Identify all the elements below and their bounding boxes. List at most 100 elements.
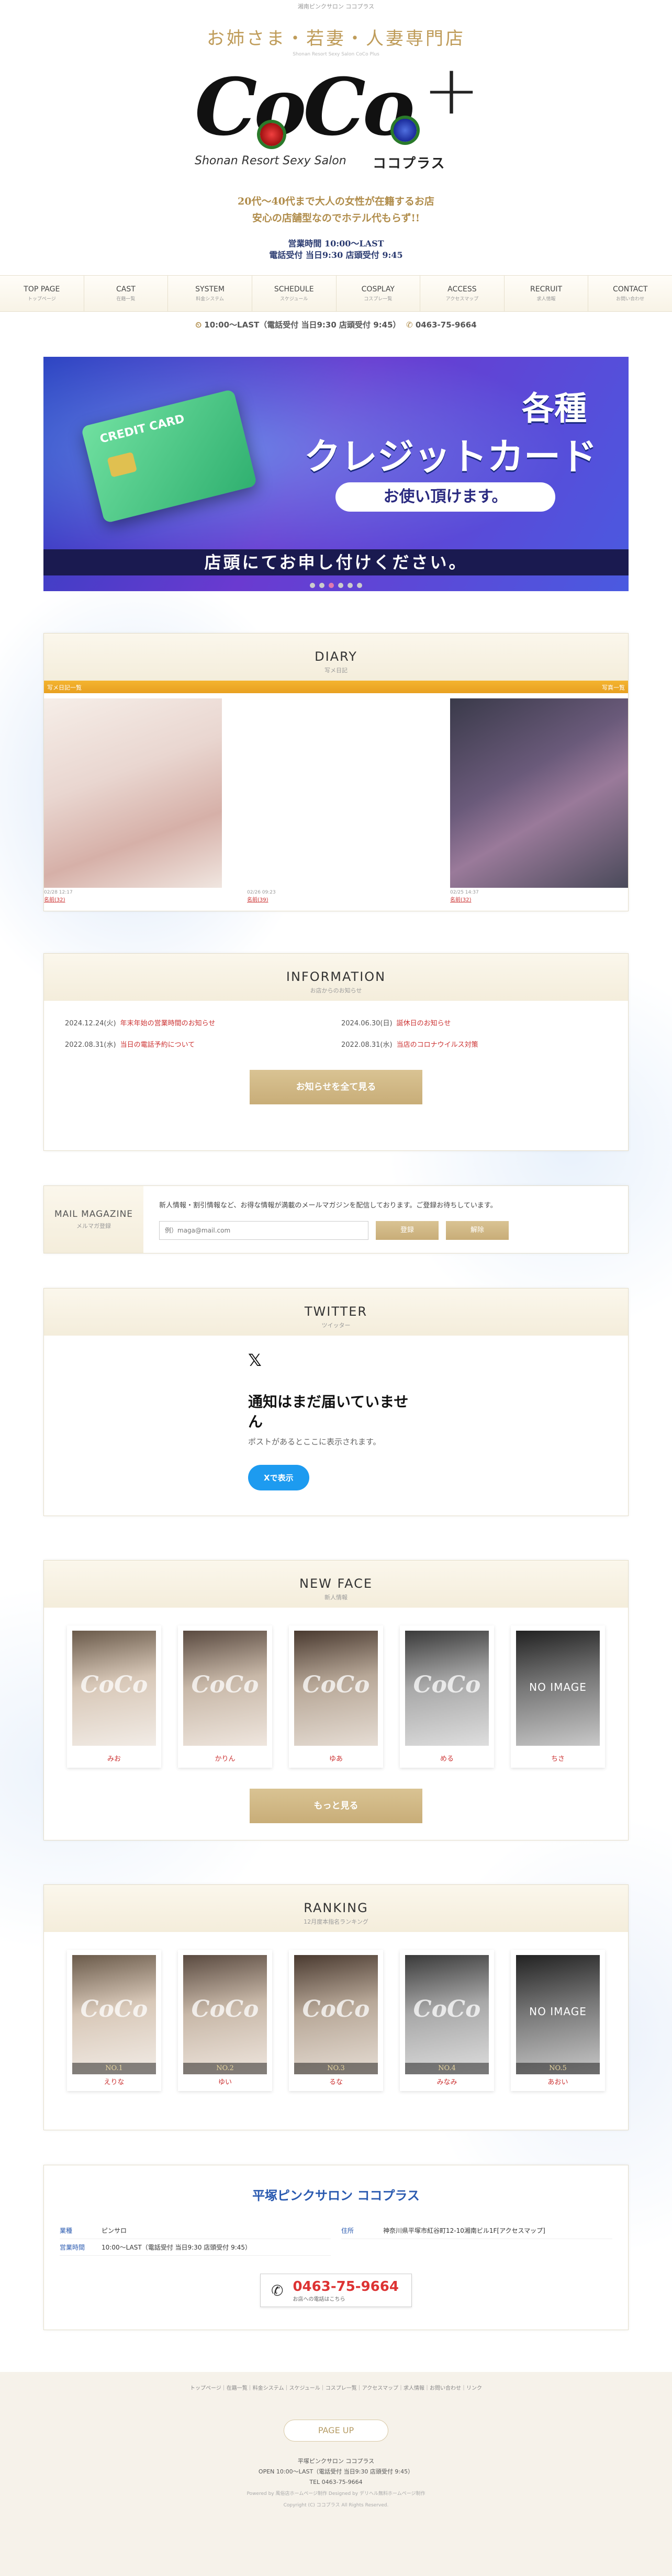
cast-name[interactable]: ちさ bbox=[516, 1753, 600, 1763]
news-item[interactable]: 2022.08.31(水) 当日の電話予約について bbox=[65, 1039, 331, 1049]
banner-pill: お使い頂けます。 bbox=[335, 482, 555, 512]
nav-sublabel: トップページ bbox=[27, 297, 56, 302]
nav-label: ACCESS bbox=[447, 285, 477, 293]
diary-item[interactable]: 02/25 14:37 名前(32) bbox=[450, 698, 628, 903]
diary-item[interactable]: 02/26 09:23 名前(39) bbox=[247, 698, 425, 903]
rank-number: NO.4 bbox=[405, 2063, 489, 2074]
phone-icon: ✆ bbox=[271, 2281, 284, 2299]
email-field[interactable] bbox=[159, 1221, 368, 1240]
news-item[interactable]: 2024.12.24(火) 年末年始の営業時間のお知らせ bbox=[65, 1018, 331, 1027]
view-on-x-button[interactable]: Xで表示 bbox=[248, 1465, 309, 1490]
news-item[interactable]: 2022.08.31(水) 当店のコロナウイルス対策 bbox=[341, 1039, 607, 1049]
nav-label: RECRUIT bbox=[530, 285, 563, 293]
diary-author[interactable]: 名前(32) bbox=[450, 895, 628, 903]
footer-links[interactable]: トップページ｜在籍一覧｜料金システム｜スケジュール｜コスプレ一覧｜アクセスマップ… bbox=[0, 2383, 672, 2391]
diary-date: 02/28 12:17 bbox=[44, 890, 73, 895]
news-link[interactable]: 当店のコロナウイルス対策 bbox=[397, 1041, 478, 1049]
unsubscribe-button[interactable]: 解除 bbox=[446, 1221, 509, 1240]
section-subtitle: 12月度本指名ランキング bbox=[304, 1918, 368, 1925]
tel-button[interactable]: ✆ 0463-75-9664 お店への電話はこちら bbox=[260, 2274, 412, 2307]
nav-top-page[interactable]: TOP PAGE トップページ bbox=[0, 276, 84, 311]
cast-card[interactable]: NO IMAGE ちさ bbox=[511, 1625, 605, 1768]
slider-dot[interactable] bbox=[348, 583, 353, 588]
photo-watermark: CoCo bbox=[302, 1671, 370, 1698]
cast-card[interactable]: CoCo かりん bbox=[178, 1625, 272, 1768]
nav-access[interactable]: ACCESS アクセスマップ bbox=[420, 276, 505, 311]
cast-name[interactable]: みお bbox=[72, 1753, 156, 1763]
more-button[interactable]: もっと見る bbox=[250, 1789, 422, 1823]
diary-item[interactable]: 02/28 12:17 名前(32) bbox=[44, 698, 222, 903]
cast-card[interactable]: CoCo みお bbox=[67, 1625, 161, 1768]
nav-cosplay[interactable]: COSPLAY コスプレ一覧 bbox=[337, 276, 421, 311]
cast-name[interactable]: ゆあ bbox=[294, 1753, 378, 1763]
cast-name[interactable]: ゆい bbox=[183, 2076, 267, 2086]
rank-number: NO.1 bbox=[72, 2063, 156, 2074]
diary-author[interactable]: 名前(39) bbox=[247, 895, 425, 903]
page-up-button[interactable]: PAGE UP bbox=[284, 2420, 388, 2442]
news-link[interactable]: 当日の電話予約について bbox=[120, 1041, 195, 1049]
ranking-card[interactable]: CoCo NO.3 るな bbox=[289, 1950, 383, 2091]
diary-author[interactable]: 名前(32) bbox=[44, 895, 222, 903]
news-date: 2022.08.31(水) bbox=[341, 1041, 393, 1049]
hero-banner[interactable]: CREDIT CARD 各種 クレジットカード お使い頂けます。 店頭にてお申し… bbox=[43, 357, 629, 591]
information-section: INFORMATION お店からのお知らせ 2024.12.24(火) 年末年始の… bbox=[43, 953, 629, 1151]
shop-row: 住所 神奈川県平塚市紅谷町12-10湘南ビル1F[アクセスマップ] bbox=[341, 2222, 612, 2239]
slider-dot-active[interactable] bbox=[329, 583, 334, 588]
nav-recruit[interactable]: RECRUIT 求人情報 bbox=[505, 276, 589, 311]
nav-label: COSPLAY bbox=[361, 285, 395, 293]
cast-name[interactable]: かりん bbox=[183, 1753, 267, 1763]
diary-list-link[interactable]: 写メ日記一覧 bbox=[47, 683, 82, 691]
tel-caption: お店への電話はこちら bbox=[293, 2296, 345, 2302]
ranking-card[interactable]: NO IMAGE NO.5 あおい bbox=[511, 1950, 605, 2091]
twitter-empty-heading: 通知はまだ届いていません bbox=[248, 1393, 409, 1430]
cast-name[interactable]: める bbox=[405, 1753, 489, 1763]
slider-dot[interactable] bbox=[310, 583, 315, 588]
cast-name[interactable]: あおい bbox=[516, 2076, 600, 2086]
news-link[interactable]: 誕休日のお知らせ bbox=[397, 1020, 451, 1027]
hero-copy-line2: 安心の店舗型なのでホテル代もらず!! bbox=[252, 212, 420, 224]
news-item[interactable]: 2024.06.30(日) 誕休日のお知らせ bbox=[341, 1018, 607, 1027]
site-footer: トップページ｜在籍一覧｜料金システム｜スケジュール｜コスプレ一覧｜アクセスマップ… bbox=[0, 2372, 672, 2576]
mail-magazine-section: MAIL MAGAZINE メルマガ登録 新人情報・割引情報など、お得な情報が満… bbox=[43, 1185, 629, 1253]
nav-cast[interactable]: CAST 在籍一覧 bbox=[84, 276, 169, 311]
slider-dot[interactable] bbox=[357, 583, 362, 588]
news-link[interactable]: 年末年始の営業時間のお知らせ bbox=[120, 1020, 216, 1027]
nav-contact[interactable]: CONTACT お問い合わせ bbox=[588, 276, 672, 311]
shop-label: 営業時間 bbox=[60, 2244, 85, 2251]
mail-body: 新人情報・割引情報など、お得な情報が満載のメールマガジンを配信しております。ご登… bbox=[143, 1186, 509, 1253]
cast-photo: CoCo bbox=[294, 1631, 378, 1746]
footer-tel[interactable]: TEL 0463-75-9664 bbox=[0, 2477, 672, 2488]
register-button[interactable]: 登録 bbox=[376, 1221, 439, 1240]
cast-name[interactable]: えりな bbox=[72, 2076, 156, 2086]
ranking-card[interactable]: CoCo NO.2 ゆい bbox=[178, 1950, 272, 2091]
ranking-card[interactable]: CoCo NO.4 みなみ bbox=[400, 1950, 494, 2091]
cast-name[interactable]: みなみ bbox=[405, 2076, 489, 2086]
nav-schedule[interactable]: SCHEDULE スケジュール bbox=[252, 276, 337, 311]
section-subtitle: 写メ日記 bbox=[324, 667, 348, 674]
slider-dots bbox=[310, 583, 362, 588]
card-chip-icon bbox=[107, 451, 138, 478]
footer-powered: Powered by 風俗店ホームページ制作 Designed by デリヘル無… bbox=[247, 2491, 425, 2496]
diary-date: 02/25 14:37 bbox=[450, 890, 479, 895]
diary-photo-link[interactable]: 写真一覧 bbox=[602, 683, 625, 691]
tel-text: 0463-75-9664 お店への電話はこちら bbox=[293, 2279, 399, 2302]
ranking-card[interactable]: CoCo NO.1 えりな bbox=[67, 1950, 161, 2091]
photo-watermark: CoCo bbox=[80, 1671, 148, 1698]
rank-number: NO.5 bbox=[516, 2063, 600, 2074]
shop-value[interactable]: 神奈川県平塚市紅谷町12-10湘南ビル1F[アクセスマップ] bbox=[383, 2226, 545, 2235]
info-tel[interactable]: 0463-75-9664 bbox=[416, 320, 477, 330]
nav-system[interactable]: SYSTEM 料金システム bbox=[168, 276, 252, 311]
site-header: お姉さま・若妻・人妻専門店 Shonan Resort Sexy Salon C… bbox=[0, 24, 672, 275]
cast-card[interactable]: CoCo ゆあ bbox=[289, 1625, 383, 1768]
blue-rose-icon bbox=[394, 119, 417, 142]
site-logo[interactable]: CoCo + Shonan Resort Sexy Salon ココプラス bbox=[174, 56, 498, 182]
cast-name[interactable]: るな bbox=[294, 2076, 378, 2086]
diary-list: 02/28 12:17 名前(32) 02/26 09:23 名前(39) 02… bbox=[44, 693, 628, 903]
slider-dot[interactable] bbox=[338, 583, 343, 588]
diary-section: DIARY 写メ日記 写メ日記一覧 写真一覧 02/28 12:17 名前(32… bbox=[43, 633, 629, 911]
nav-sublabel: 在籍一覧 bbox=[116, 297, 136, 302]
cast-card[interactable]: CoCo める bbox=[400, 1625, 494, 1768]
all-news-button[interactable]: お知らせを全て見る bbox=[250, 1070, 422, 1104]
mail-form: 登録 解除 bbox=[159, 1221, 509, 1240]
slider-dot[interactable] bbox=[319, 583, 324, 588]
